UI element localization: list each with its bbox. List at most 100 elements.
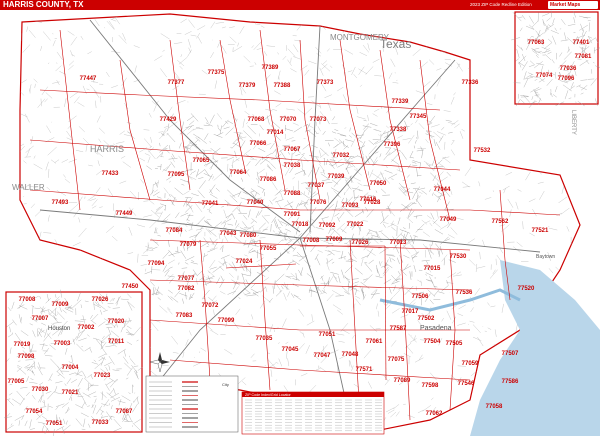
zip-label: 77005 <box>8 379 25 385</box>
zip-label: 77035 <box>256 336 273 342</box>
zip-label: 77009 <box>52 302 69 308</box>
street-segment <box>389 15 395 18</box>
street-segment <box>492 115 499 120</box>
street-segment <box>286 17 288 20</box>
zip-label: 77037 <box>308 183 325 189</box>
street-segment <box>407 16 415 21</box>
logo-text: Market Maps <box>550 2 581 8</box>
street-segment <box>468 416 476 419</box>
zip-label: 77059 <box>462 361 479 367</box>
street-segment <box>327 21 331 25</box>
street-segment <box>571 287 575 293</box>
street-segment <box>519 112 524 118</box>
publisher-logo: Market Maps <box>548 1 598 9</box>
zip-label: 77064 <box>230 170 247 176</box>
zip-label: 77068 <box>248 117 265 123</box>
zip-label: 77433 <box>102 171 119 177</box>
zip-label: 77013 <box>390 240 407 246</box>
street-segment <box>164 432 169 436</box>
street-segment <box>423 39 428 46</box>
street-segment <box>571 269 576 276</box>
street-segment <box>37 283 45 286</box>
zip-label: 77065 <box>193 158 210 164</box>
street-segment <box>527 143 531 145</box>
zip-label: 77373 <box>317 80 334 86</box>
zip-label: 77038 <box>284 163 301 169</box>
zip-label: 77009 <box>326 237 343 243</box>
street-segment <box>36 250 41 255</box>
street-segment <box>480 97 487 107</box>
city-label-baytown: Baytown <box>536 254 555 260</box>
street-segment <box>480 134 484 136</box>
street-segment <box>489 34 497 43</box>
zip-label: 77045 <box>282 347 299 353</box>
zip-label: 77021 <box>62 390 79 396</box>
zip-label: 77388 <box>274 83 291 89</box>
zip-label: 77063 <box>528 40 545 46</box>
street-segment <box>564 260 567 266</box>
zip-label: 77018 <box>292 222 309 228</box>
zip-label: 77077 <box>178 276 195 282</box>
street-segment <box>492 135 501 143</box>
zip-label: 77030 <box>32 387 49 393</box>
street-segment <box>551 141 559 145</box>
street-segment <box>450 425 454 430</box>
street-segment <box>494 108 502 116</box>
street-segment <box>506 155 515 162</box>
street-segment <box>103 279 111 282</box>
street-segment <box>23 260 26 266</box>
zip-label: 77070 <box>280 117 297 123</box>
zip-label: 77074 <box>536 73 553 79</box>
zip-label: 77002 <box>78 325 95 331</box>
zip-label: 77026 <box>92 297 109 303</box>
street-segment <box>445 24 448 26</box>
street-segment <box>481 358 488 368</box>
zip-label: 77051 <box>319 332 336 338</box>
zip-label: 77008 <box>303 238 320 244</box>
zip-label: 77004 <box>62 365 79 371</box>
street-segment <box>283 17 291 24</box>
street-segment <box>520 135 525 143</box>
street-segment <box>423 33 432 39</box>
street-segment <box>523 113 529 121</box>
zip-label: 77076 <box>310 200 327 206</box>
street-segment <box>551 152 555 154</box>
street-segment <box>350 14 357 20</box>
zip-label: 77520 <box>518 286 535 292</box>
zip-label: 77048 <box>342 352 359 358</box>
street-segment <box>476 384 479 387</box>
street-segment <box>527 167 535 169</box>
street-segment <box>377 14 387 18</box>
county-label-waller: WALLER <box>12 183 45 192</box>
zip-label: 77507 <box>502 351 519 357</box>
street-segment <box>485 351 492 356</box>
zip-label: 77008 <box>19 297 36 303</box>
street-segment <box>571 184 578 190</box>
street-segment <box>541 163 545 168</box>
street-segment <box>575 193 580 196</box>
zip-label: 77080 <box>240 233 257 239</box>
street-segment <box>549 107 552 111</box>
street-segment <box>20 209 21 219</box>
street-segment <box>395 27 402 36</box>
zip-label: 77024 <box>236 259 253 265</box>
street-segment <box>500 57 509 64</box>
street-segment <box>88 265 90 273</box>
zip-label: 77339 <box>392 99 409 105</box>
zip-label: 77081 <box>575 54 592 60</box>
street-segment <box>553 156 561 165</box>
zip-label: 77502 <box>418 316 435 322</box>
zip-label: 77536 <box>456 290 473 296</box>
street-segment <box>556 144 562 151</box>
zip-label: 77532 <box>474 148 491 154</box>
street-segment <box>549 137 551 139</box>
zip-label: 77093 <box>342 203 359 209</box>
map-canvas: Texas MONTGOMERY HARRIS WALLER LIBERTY P… <box>4 10 600 436</box>
street-segment <box>333 14 342 16</box>
street-segment <box>535 118 537 120</box>
zip-label: 77084 <box>166 228 183 234</box>
street-segment <box>536 160 545 166</box>
street-segment <box>487 26 496 36</box>
street-segment <box>482 99 484 108</box>
zip-label: 77039 <box>328 174 345 180</box>
